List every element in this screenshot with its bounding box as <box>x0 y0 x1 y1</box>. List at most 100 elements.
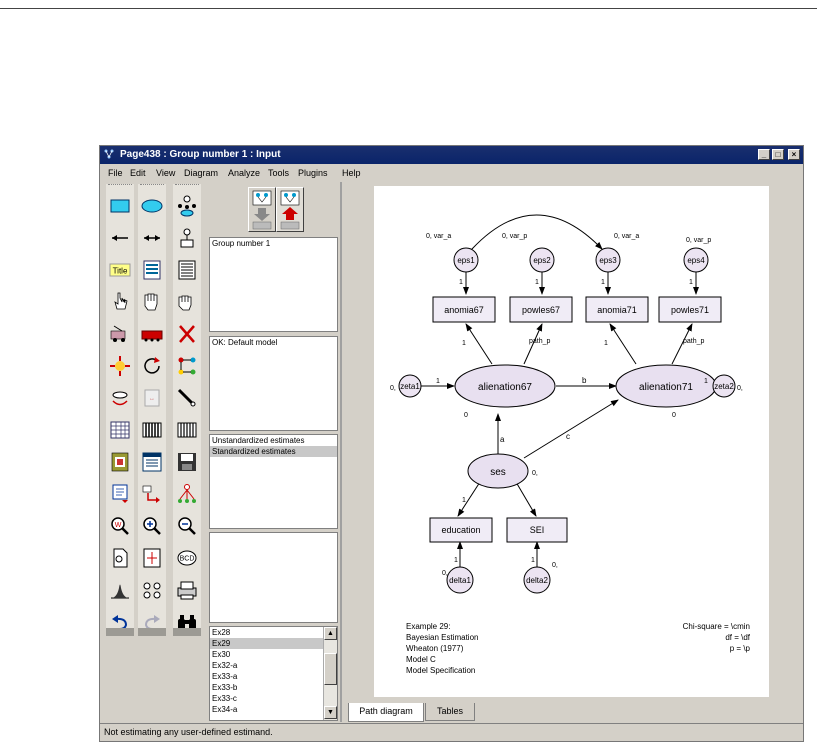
disturbance-delta1[interactable]: delta1 0, <box>442 566 474 594</box>
maximize-button[interactable]: □ <box>772 149 784 160</box>
rotate-icon[interactable] <box>138 352 166 380</box>
bcd-icon[interactable]: BCD <box>173 544 201 572</box>
error-eps3[interactable]: eps3 0, var_a <box>595 233 639 273</box>
draw-covariance-icon[interactable] <box>138 224 166 252</box>
histogram-icon[interactable] <box>106 576 134 604</box>
observed-powles71[interactable]: powles71 <box>658 296 722 323</box>
menu-tools[interactable]: Tools <box>268 168 289 178</box>
rotate-indicators-icon[interactable] <box>106 384 134 412</box>
observed-education[interactable]: education <box>429 517 493 543</box>
modification-indices-icon[interactable] <box>173 480 201 508</box>
latent-alienation67[interactable]: alienation67 <box>454 364 556 408</box>
observed-anomia67[interactable]: anomia67 <box>432 296 496 323</box>
zoom-in-area-icon[interactable]: W <box>106 512 134 540</box>
title-icon[interactable]: Title <box>106 256 134 284</box>
menu-plugins[interactable]: Plugins <box>298 168 328 178</box>
error-eps2[interactable]: eps2 0, var_p <box>502 233 555 273</box>
text-output-icon[interactable] <box>138 448 166 476</box>
observed-sei[interactable]: SEI <box>506 517 568 543</box>
path-c <box>523 399 619 459</box>
list-variables-icon[interactable] <box>138 256 166 284</box>
input-diagram-icon <box>252 190 272 230</box>
fit-to-page-icon[interactable] <box>138 544 166 572</box>
pane-divider[interactable] <box>340 182 342 722</box>
tab-tables[interactable]: Tables <box>425 703 475 721</box>
list-item[interactable]: Ex34-a <box>210 704 337 715</box>
list-item[interactable]: Ex30 <box>210 649 337 660</box>
print-icon[interactable] <box>173 576 201 604</box>
toolbar-grip[interactable] <box>108 184 132 187</box>
draw-path-icon[interactable] <box>106 224 134 252</box>
menu-diagram[interactable]: Diagram <box>184 168 218 178</box>
calculate-estimates-icon[interactable] <box>106 448 134 476</box>
list-item[interactable]: Ex32-a <box>210 660 337 671</box>
table-icon[interactable] <box>106 416 134 444</box>
menu-view[interactable]: View <box>156 168 175 178</box>
multiple-group-icon[interactable] <box>138 576 166 604</box>
scroll-thumb[interactable] <box>324 653 337 685</box>
view-input-button[interactable] <box>248 187 276 232</box>
scroll-up-button[interactable]: ▲ <box>324 627 337 640</box>
list-item[interactable]: Ex28 <box>210 627 337 638</box>
scroll-icon[interactable]: ↔ <box>138 384 166 412</box>
zoom-in-icon[interactable] <box>138 512 166 540</box>
toolbar-grip[interactable] <box>175 184 199 187</box>
reflect-icon[interactable] <box>173 352 201 380</box>
view-output-button[interactable] <box>276 187 304 232</box>
zoom-out-icon[interactable] <box>173 512 201 540</box>
latent-alienation71[interactable]: alienation71 <box>615 364 717 408</box>
unique-variable-icon[interactable] <box>173 224 201 252</box>
copy-to-clipboard-icon[interactable] <box>106 480 134 508</box>
group-item[interactable]: Group number 1 <box>210 238 337 249</box>
list-item[interactable]: Ex33-c <box>210 693 337 704</box>
zeta2-mean: 0, <box>737 385 743 392</box>
truck-move-icon[interactable] <box>106 320 134 348</box>
tab-path-diagram[interactable]: Path diagram <box>348 703 424 722</box>
minimize-button[interactable]: _ <box>758 149 770 160</box>
observed-anomia71[interactable]: anomia71 <box>585 296 649 323</box>
app-icon <box>104 149 114 159</box>
copy-move-icon[interactable] <box>138 480 166 508</box>
standardized-estimates-item[interactable]: Standardized estimates <box>210 446 337 457</box>
draw-observed-icon[interactable] <box>106 192 134 220</box>
error-eps4[interactable]: eps4 0, var_p <box>683 237 711 273</box>
menu-edit[interactable]: Edit <box>130 168 146 178</box>
page-icon[interactable] <box>106 544 134 572</box>
deselect-icon[interactable] <box>173 288 201 316</box>
list-item[interactable]: Ex33-b <box>210 682 337 693</box>
menu-analyze[interactable]: Analyze <box>228 168 260 178</box>
save-icon[interactable] <box>173 448 201 476</box>
delta2-mean: 0, <box>552 562 558 569</box>
draw-latent-icon[interactable] <box>138 192 166 220</box>
menu-file[interactable]: File <box>108 168 123 178</box>
magic-wand-icon[interactable] <box>173 384 201 412</box>
model-item[interactable]: OK: Default model <box>210 337 337 348</box>
data-file-icon[interactable] <box>138 416 166 444</box>
observed-powles67[interactable]: powles67 <box>509 296 573 323</box>
duplicate-icon[interactable] <box>138 320 166 348</box>
close-button[interactable]: × <box>788 149 800 160</box>
select-one-icon[interactable] <box>106 288 134 316</box>
powles67-label: powles67 <box>522 305 560 315</box>
toolbar-grip[interactable] <box>140 184 164 187</box>
zeta2-label: zeta2 <box>714 382 734 391</box>
vertical-scrollbar[interactable]: ▲ ▼ <box>323 627 337 720</box>
output-diagram-icon <box>280 190 300 230</box>
error-eps1[interactable]: eps1 0, var_a <box>426 233 479 273</box>
unstandardized-estimates-item[interactable]: Unstandardized estimates <box>210 435 337 446</box>
menu-help[interactable]: Help <box>342 168 361 178</box>
scroll-down-button[interactable]: ▼ <box>324 706 337 719</box>
list-item[interactable]: Ex33-a <box>210 671 337 682</box>
erase-icon[interactable] <box>173 320 201 348</box>
list-item[interactable]: Ex29 <box>210 638 337 649</box>
analysis-properties-icon[interactable] <box>173 416 201 444</box>
path-diagram-canvas[interactable]: eps1 0, var_a eps2 0, var_p eps3 0, var_… <box>374 186 769 697</box>
list-objects-icon[interactable] <box>173 256 201 284</box>
shape-change-icon[interactable] <box>106 352 134 380</box>
disturbance-delta2[interactable]: delta2 0, <box>523 562 558 594</box>
latent-ses[interactable]: ses <box>467 453 529 489</box>
draw-indicator-icon[interactable] <box>173 192 201 220</box>
file-list[interactable]: Ex28 Ex29 Ex30 Ex32-a Ex33-a Ex33-b Ex33… <box>209 626 338 721</box>
select-all-icon[interactable] <box>138 288 166 316</box>
zeta1-label: zeta1 <box>400 382 420 391</box>
